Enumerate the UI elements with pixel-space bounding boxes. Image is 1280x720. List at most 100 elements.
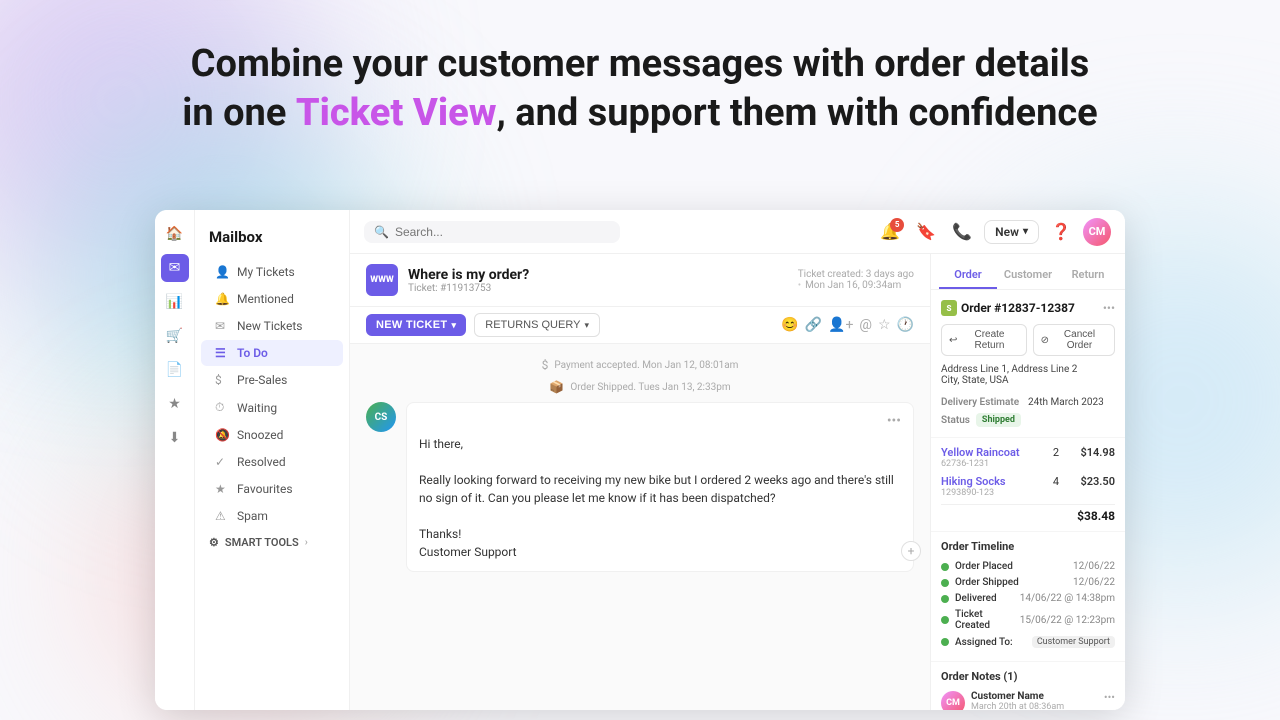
sidebar-icon-chart[interactable]: 📊 xyxy=(161,288,189,316)
tab-return[interactable]: Return xyxy=(1059,262,1117,289)
item-2-name[interactable]: Hiking Socks xyxy=(941,475,1042,488)
sidebar-item-favourites[interactable]: ★ Favourites xyxy=(201,476,343,502)
system-message-payment: $ Payment accepted. Mon Jan 12, 08:01am xyxy=(366,358,914,372)
hero-section: Combine your customer messages with orde… xyxy=(0,0,1280,159)
return-icon: ↩ xyxy=(949,335,957,346)
ticket-header: WWW Where is my order? Ticket: #11913753… xyxy=(350,254,930,307)
ticket-toolbar: NEW TICKET ▾ RETURNS QUERY ▾ 😊 🔗 👤+ @ ☆ xyxy=(350,307,930,344)
new-ticket-button[interactable]: NEW TICKET ▾ xyxy=(366,314,466,336)
my-tickets-label: My Tickets xyxy=(237,265,295,279)
sidebar-item-waiting[interactable]: ⏱ Waiting xyxy=(201,394,343,421)
status-badge: Shipped xyxy=(976,413,1021,427)
notifications-button[interactable]: 🔔 5 xyxy=(876,218,904,246)
order-actions: ↩ Create Return ⊘ Cancel Order xyxy=(941,324,1115,356)
avatar[interactable]: CM xyxy=(1083,218,1111,246)
favourites-label: Favourites xyxy=(237,482,293,496)
message-avatar: CS xyxy=(366,402,396,432)
shipped-icon: 📦 xyxy=(549,380,564,394)
bookmark-button[interactable]: 🔖 xyxy=(912,218,940,246)
smart-tools-icon: ⚙ xyxy=(209,536,219,549)
timeline-section: Order Timeline Order Placed 12/06/22 Ord… xyxy=(931,532,1125,662)
smart-tools-label: SMART TOOLS xyxy=(225,536,299,549)
sidebar-icon-download[interactable]: ⬇ xyxy=(161,424,189,452)
returns-query-label: RETURNS QUERY xyxy=(485,319,580,331)
order-total: $38.48 xyxy=(941,504,1115,523)
sidebar-item-to-do[interactable]: ☰ To Do xyxy=(201,340,343,366)
ticket-date: Mon Jan 16, 09:34am xyxy=(805,280,901,291)
waiting-icon: ⏱ xyxy=(215,400,229,415)
sidebar-item-spam[interactable]: ⚠ Spam xyxy=(201,503,343,529)
ticket-area: WWW Where is my order? Ticket: #11913753… xyxy=(350,254,1125,710)
sidebar-icon-mail[interactable]: ✉ xyxy=(161,254,189,282)
person-add-icon[interactable]: 👤+ xyxy=(828,317,853,333)
icon-sidebar: 🏠 ✉ 📊 🛒 📄 ★ ⬇ xyxy=(155,210,195,710)
address-line1: Address Line 1, Address Line 2 xyxy=(941,364,1115,375)
note-more-button[interactable]: ••• xyxy=(1104,691,1115,704)
sidebar-item-pre-sales[interactable]: $ Pre-Sales xyxy=(201,367,343,393)
snoozed-label: Snoozed xyxy=(237,428,283,442)
timeline-item-3: Delivered 14/06/22 @ 14:38pm xyxy=(941,593,1115,604)
phone-button[interactable]: 📞 xyxy=(948,218,976,246)
note-date: March 20th at 08:36am xyxy=(971,702,1098,710)
message-signature: Customer Support xyxy=(419,543,901,561)
sidebar-item-mentioned[interactable]: 🔔 Mentioned xyxy=(201,286,343,312)
sidebar-icon-star[interactable]: ★ xyxy=(161,390,189,418)
note-name: Customer Name xyxy=(971,691,1098,702)
note-content: Customer Name March 20th at 08:36am xyxy=(971,691,1098,710)
new-button[interactable]: New ▾ xyxy=(984,220,1039,244)
sidebar-item-new-tickets[interactable]: ✉ New Tickets xyxy=(201,313,343,339)
delivery-row: Delivery Estimate 24th March 2023 xyxy=(941,390,1115,409)
shopify-icon: S xyxy=(941,300,957,316)
waiting-label: Waiting xyxy=(237,401,277,415)
timeline-item-1: Order Placed 12/06/22 xyxy=(941,561,1115,572)
returns-query-button[interactable]: RETURNS QUERY ▾ xyxy=(474,313,600,337)
order-more-button[interactable]: ••• xyxy=(1103,301,1115,315)
timeline-label-5: Assigned To: xyxy=(955,637,1026,648)
sidebar-icon-home[interactable]: 🏠 xyxy=(161,220,189,248)
www-badge: WWW xyxy=(366,264,398,296)
message-bubble: CS ••• Hi there, Really looking forward … xyxy=(366,402,914,572)
star-icon[interactable]: ☆ xyxy=(878,317,891,333)
hero-highlight: Ticket View xyxy=(296,91,497,135)
search-input[interactable] xyxy=(395,225,610,239)
message-more-button[interactable]: ••• xyxy=(887,413,901,429)
notification-badge: 5 xyxy=(890,218,904,232)
top-bar: 🔍 🔔 5 🔖 📞 New ▾ ❓ CM xyxy=(350,210,1125,254)
ticket-title-section: Where is my order? Ticket: #11913753 xyxy=(408,267,788,294)
clock-icon[interactable]: 🕐 xyxy=(897,317,914,333)
payment-icon: $ xyxy=(542,358,549,372)
ticket-created-info: Ticket created: 3 days ago xyxy=(798,269,914,280)
order-total-value: $38.48 xyxy=(1077,509,1115,523)
item-2-sku: 1293890-123 xyxy=(941,488,1042,498)
order-id: S Order #12837-12387 xyxy=(941,300,1075,316)
tab-customer[interactable]: Customer xyxy=(999,262,1057,289)
item-1-name[interactable]: Yellow Raincoat xyxy=(941,446,1042,459)
emoji-icon[interactable]: 😊 xyxy=(781,317,798,333)
create-return-label: Create Return xyxy=(960,329,1018,351)
hero-line2-suffix: , and support them with confidence xyxy=(496,91,1097,135)
ticket-title: Where is my order? xyxy=(408,267,788,283)
ticket-subtitle: Ticket: #11913753 xyxy=(408,283,788,294)
tab-order[interactable]: Order xyxy=(939,262,997,289)
cancel-order-button[interactable]: ⊘ Cancel Order xyxy=(1033,324,1115,356)
smart-tools-chevron: › xyxy=(305,537,308,548)
items-section: Yellow Raincoat 62736-1231 2 $14.98 Hiki… xyxy=(931,438,1125,532)
message-header: ••• xyxy=(419,413,901,429)
message-avatar-initials: CS xyxy=(375,412,388,423)
smart-tools[interactable]: ⚙ SMART TOOLS › xyxy=(195,530,349,555)
new-tickets-label: New Tickets xyxy=(237,319,303,333)
mention-icon[interactable]: @ xyxy=(859,317,872,333)
sidebar-icon-doc[interactable]: 📄 xyxy=(161,356,189,384)
sidebar-item-my-tickets[interactable]: 👤 My Tickets xyxy=(201,259,343,285)
note-avatar: CM xyxy=(941,691,965,710)
sidebar-item-snoozed[interactable]: 🔕 Snoozed xyxy=(201,422,343,448)
sidebar-item-resolved[interactable]: ✓ Resolved xyxy=(201,449,343,475)
timeline-value-3: 14/06/22 @ 14:38pm xyxy=(1020,593,1115,604)
tab-customer-label: Customer xyxy=(1004,268,1052,281)
link-icon[interactable]: 🔗 xyxy=(805,317,822,333)
sidebar-icon-cart[interactable]: 🛒 xyxy=(161,322,189,350)
message-sign-off: Thanks! xyxy=(419,525,901,543)
create-return-button[interactable]: ↩ Create Return xyxy=(941,324,1027,356)
add-message-button[interactable]: + xyxy=(901,541,921,561)
help-button[interactable]: ❓ xyxy=(1047,218,1075,246)
